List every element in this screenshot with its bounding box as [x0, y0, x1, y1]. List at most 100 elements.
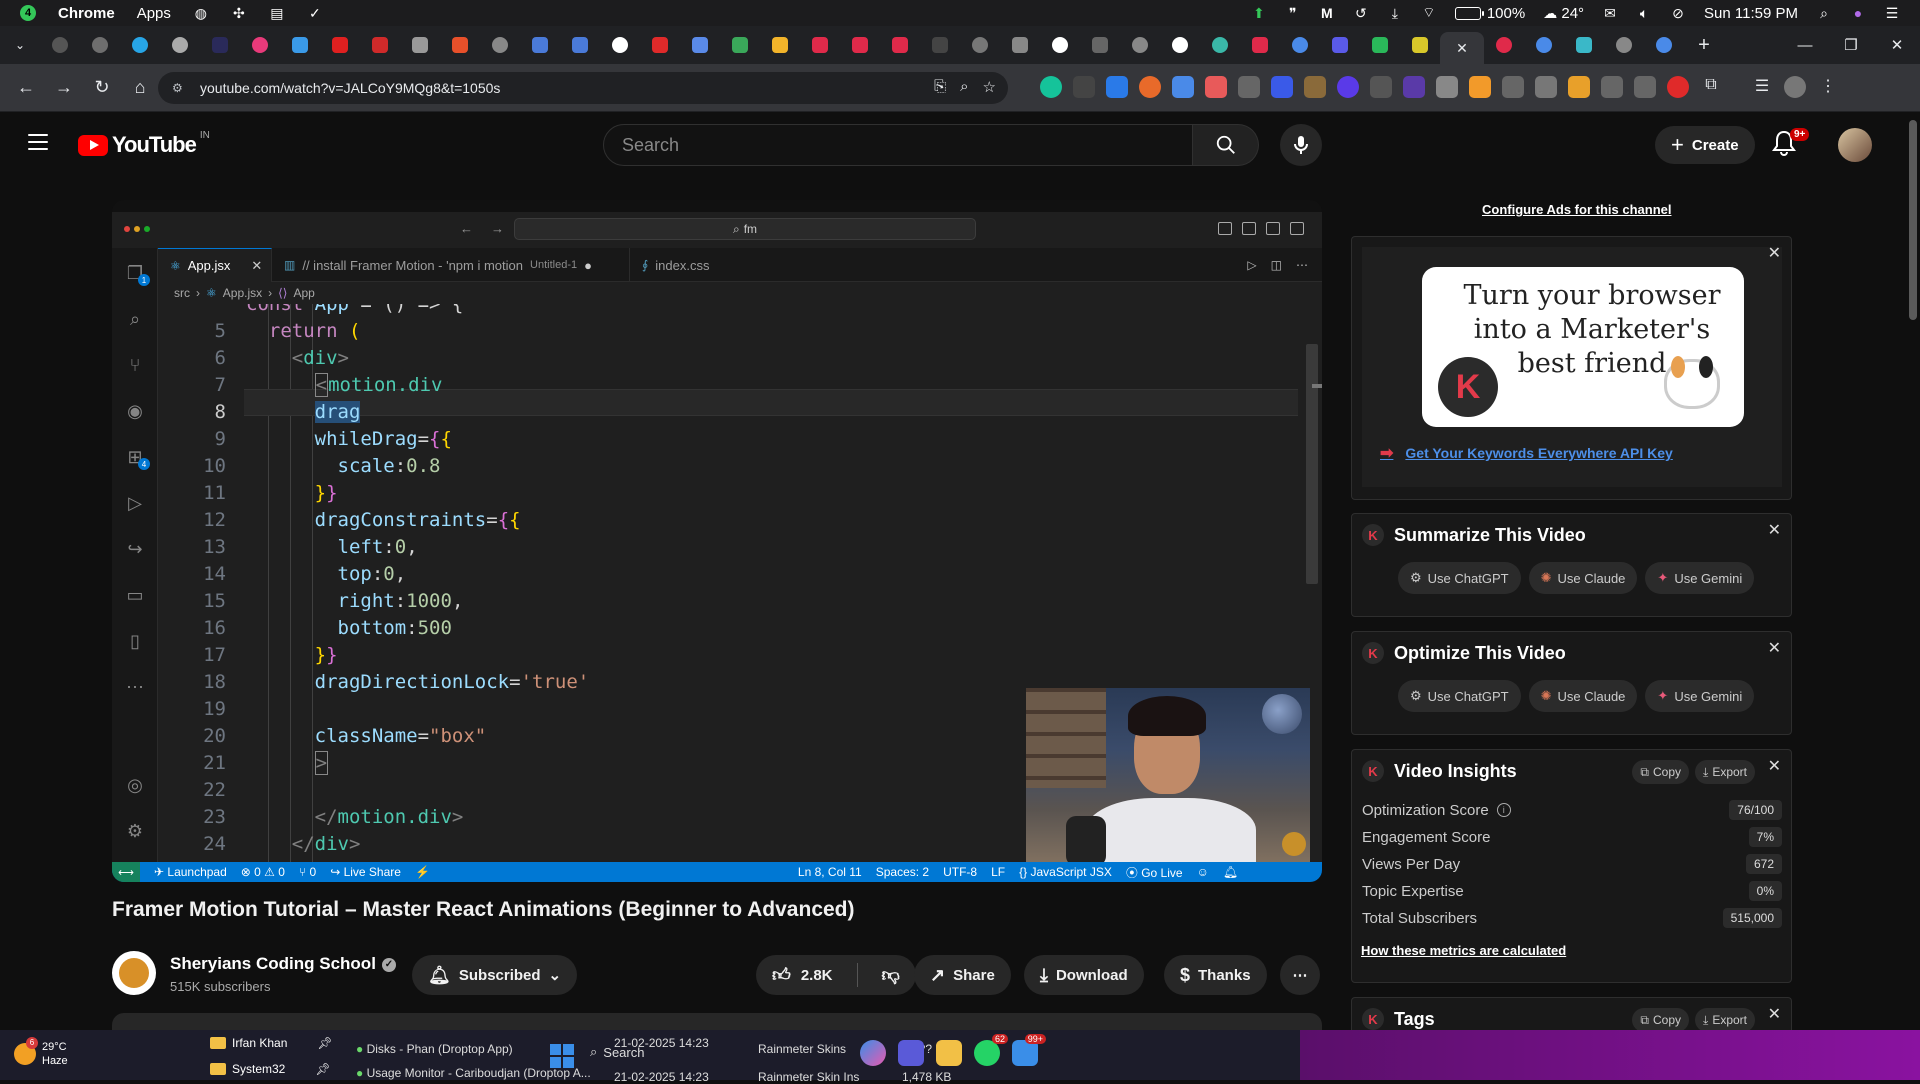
tab-favicon[interactable]: [1120, 26, 1160, 64]
extension-icon[interactable]: [1667, 76, 1689, 98]
new-tab-icon[interactable]: +: [1684, 26, 1724, 64]
extension-icon[interactable]: [1634, 76, 1656, 98]
tab-favicon[interactable]: [680, 26, 720, 64]
extension-icon[interactable]: [1073, 76, 1095, 98]
download-button[interactable]: ⤓ Download: [1024, 955, 1144, 995]
metrics-explanation-link[interactable]: How these metrics are calculated: [1361, 943, 1566, 958]
reading-list-icon[interactable]: ☰: [1751, 76, 1773, 98]
tab-favicon[interactable]: [1080, 26, 1120, 64]
extension-icon[interactable]: [1370, 76, 1392, 98]
weather-widget[interactable]: 6 29°C Haze: [14, 1037, 68, 1068]
page-scrollbar[interactable]: [1906, 112, 1920, 1030]
tab-favicon[interactable]: [1484, 26, 1524, 64]
menu-icon[interactable]: [28, 134, 48, 150]
close-icon[interactable]: ✕: [1768, 243, 1781, 263]
tab-favicon[interactable]: [920, 26, 960, 64]
more-actions-button[interactable]: ⋯: [1280, 955, 1320, 995]
history-icon[interactable]: ↺: [1353, 5, 1369, 21]
close-window-icon[interactable]: ✕: [1874, 36, 1920, 54]
tab-favicon[interactable]: [600, 26, 640, 64]
menubar-app-name[interactable]: Chrome: [58, 5, 115, 22]
extensions-puzzle-icon[interactable]: ⧉: [1700, 76, 1722, 98]
tab-favicon[interactable]: [1240, 26, 1280, 64]
tab-favicon[interactable]: [200, 26, 240, 64]
restore-icon[interactable]: ❐: [1828, 36, 1874, 54]
youtube-logo[interactable]: YouTube IN: [78, 130, 210, 158]
ad-link[interactable]: ➡ Get Your Keywords Everywhere API Key: [1380, 443, 1673, 463]
extension-icon[interactable]: [1502, 76, 1524, 98]
chrome-menu-icon[interactable]: ⋮: [1817, 76, 1839, 98]
tab-favicon[interactable]: [720, 26, 760, 64]
tab-search-icon[interactable]: ⌄: [0, 26, 40, 64]
weather-status[interactable]: ☁ 24°: [1543, 5, 1584, 22]
forward-icon[interactable]: →: [48, 72, 80, 104]
active-tab-close-icon[interactable]: ✕: [1440, 32, 1484, 64]
extension-icon[interactable]: [1601, 76, 1623, 98]
address-bar[interactable]: ⚙ youtube.com/watch?v=JALCoY9MQg8&t=1050…: [158, 72, 1008, 104]
file-explorer-icon[interactable]: [936, 1040, 962, 1066]
extension-icon[interactable]: [1568, 76, 1590, 98]
tab-favicon[interactable]: [640, 26, 680, 64]
tab-favicon[interactable]: [1280, 26, 1320, 64]
tab-favicon[interactable]: [480, 26, 520, 64]
extension-icon[interactable]: [1304, 76, 1326, 98]
checkmark-icon[interactable]: ✓: [307, 5, 323, 21]
back-icon[interactable]: ←: [10, 72, 42, 104]
account-avatar[interactable]: [1838, 128, 1872, 162]
tab-favicon[interactable]: [160, 26, 200, 64]
wifi-icon[interactable]: ⌔: [1421, 4, 1437, 21]
home-icon[interactable]: ⌂: [124, 72, 156, 104]
profile-avatar[interactable]: [1784, 76, 1806, 98]
info-icon[interactable]: i: [1496, 803, 1511, 817]
tab-favicon[interactable]: [280, 26, 320, 64]
taskbar-folder[interactable]: Irfan Khan 📌︎: [210, 1036, 333, 1050]
menubar-clock[interactable]: Sun 11:59 PM: [1704, 5, 1798, 22]
tab-favicon[interactable]: [240, 26, 280, 64]
tab-favicon[interactable]: [840, 26, 880, 64]
tab-favicon[interactable]: [360, 26, 400, 64]
whatsapp-status-icon[interactable]: 4: [20, 5, 36, 21]
droptop-disks[interactable]: ● Disks - Phan (Droptop App): [356, 1042, 513, 1056]
tab-favicon[interactable]: [1320, 26, 1360, 64]
use-claude-button[interactable]: ✺ Use Claude: [1528, 562, 1638, 594]
extension-icon[interactable]: [1106, 76, 1128, 98]
channel-name[interactable]: Sheryians Coding School ✓: [170, 954, 396, 974]
tab-favicon[interactable]: [320, 26, 360, 64]
bookmark-star-icon[interactable]: ☆: [983, 78, 996, 96]
create-button[interactable]: + Create: [1655, 126, 1755, 164]
translate-icon[interactable]: [1172, 76, 1194, 98]
tab-favicon[interactable]: [400, 26, 440, 64]
droptop-usage[interactable]: ● Usage Monitor - Cariboudjan (Droptop A…: [356, 1066, 591, 1080]
subscribed-button[interactable]: 🔔︎ Subscribed ⌄: [412, 955, 578, 995]
voice-search-button[interactable]: [1280, 124, 1322, 166]
use-claude-button[interactable]: ✺ Use Claude: [1528, 680, 1638, 712]
extension-icon[interactable]: [1403, 76, 1425, 98]
extension-icon[interactable]: [1535, 76, 1557, 98]
tab-favicon[interactable]: [760, 26, 800, 64]
install-app-icon[interactable]: ⎘: [934, 78, 946, 96]
use-chatgpt-button[interactable]: ⚙ Use ChatGPT: [1398, 562, 1521, 594]
whatsapp-icon[interactable]: 62: [974, 1034, 1008, 1066]
notes-icon[interactable]: ▤: [269, 5, 285, 21]
minimize-icon[interactable]: —: [1782, 37, 1828, 54]
copilot-icon[interactable]: [860, 1040, 886, 1066]
zoom-icon[interactable]: ⌕: [960, 78, 968, 96]
tools-icon[interactable]: ✣: [231, 5, 247, 21]
tab-favicon[interactable]: [80, 26, 120, 64]
rainmeter-skin-installer[interactable]: Rainmeter Skin Ins: [758, 1070, 859, 1084]
export-button[interactable]: ⤓ Export: [1695, 760, 1755, 784]
export-button[interactable]: ⤓ Export: [1695, 1008, 1755, 1032]
teams-icon[interactable]: [898, 1040, 924, 1066]
close-icon[interactable]: ✕: [1768, 638, 1781, 658]
tab-favicon[interactable]: [1200, 26, 1240, 64]
tab-favicon[interactable]: [960, 26, 1000, 64]
use-gemini-button[interactable]: ✦ Use Gemini: [1645, 562, 1755, 594]
copy-button[interactable]: ⧉ Copy: [1632, 1008, 1689, 1032]
tab-favicon[interactable]: [440, 26, 480, 64]
close-icon[interactable]: ✕: [1768, 1004, 1781, 1024]
tab-favicon[interactable]: [1160, 26, 1200, 64]
focus-icon[interactable]: ⊘: [1670, 5, 1686, 21]
spotlight-search-icon[interactable]: ⌕: [1816, 5, 1832, 21]
tab-favicon[interactable]: [1360, 26, 1400, 64]
tab-favicon[interactable]: [1040, 26, 1080, 64]
